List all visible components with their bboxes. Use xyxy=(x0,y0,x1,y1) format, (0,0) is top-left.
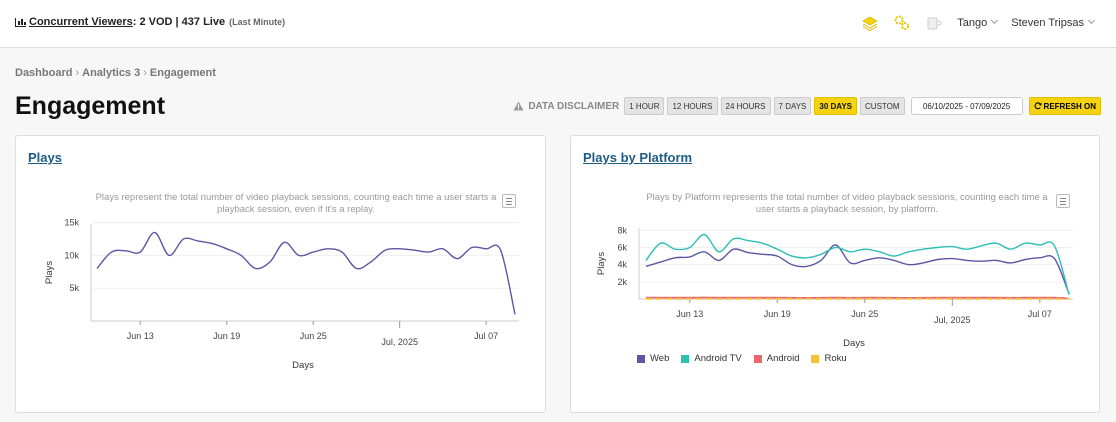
y-axis-label: Plays xyxy=(44,261,55,284)
breadcrumb-dashboard[interactable]: Dashboard xyxy=(15,67,72,79)
data-disclaimer-label: DATA DISCLAIMER xyxy=(528,100,620,112)
y-tick-label: 10k xyxy=(64,250,79,260)
legend-swatch xyxy=(637,354,645,363)
legend-swatch xyxy=(681,354,690,363)
y-tick-label: 4k xyxy=(617,260,627,270)
y-tick-label: 8k xyxy=(617,225,627,235)
breadcrumb: Dashboard › Analytics 3 › Engagement xyxy=(15,67,216,79)
breadcrumb-analytics[interactable]: Analytics 3 xyxy=(82,67,140,79)
bar-chart-icon xyxy=(15,17,26,27)
breadcrumb-engagement: Engagement xyxy=(149,67,216,79)
legend-label: Android xyxy=(766,353,800,364)
legend-item-web[interactable]: Web xyxy=(637,353,669,364)
range-1-hour[interactable]: 1 HOUR xyxy=(624,97,665,115)
range-7-days[interactable]: 7 DAYS xyxy=(773,97,812,115)
date-range-input[interactable]: 06/10/2025 - 07/09/2025 xyxy=(910,97,1023,115)
warning-icon xyxy=(513,101,524,111)
time-range-controls: DATA DISCLAIMER 1 HOUR 12 HOURS 24 HOURS… xyxy=(513,97,1101,115)
y-tick-label: 2k xyxy=(617,277,627,287)
cup-icon[interactable] xyxy=(925,14,943,32)
x-tick-label: Jun 13 xyxy=(676,309,703,319)
plays-chart: 5k 10k 15k Jun 13 Jun 19 Jun 25 Jul, 2025 Jul 0… xyxy=(44,218,519,371)
legend-label: Android TV xyxy=(694,353,742,364)
chevron-right-icon: › xyxy=(143,67,147,79)
concurrent-viewers-value: : 2 VOD | 437 Live xyxy=(132,16,226,28)
x-tick-label: Jun 13 xyxy=(127,331,154,341)
legend-label: Roku xyxy=(824,353,847,364)
concurrent-viewers-note: (Last Minute) xyxy=(229,17,286,27)
user-menu[interactable]: Steven Tripsas xyxy=(1011,16,1096,29)
range-custom[interactable]: CUSTOM xyxy=(860,97,905,115)
chevron-down-icon xyxy=(1087,16,1096,25)
y-tick-label: 6k xyxy=(617,242,627,252)
range-30-days[interactable]: 30 DAYS xyxy=(814,97,858,115)
refresh-toggle[interactable]: REFRESH ON xyxy=(1028,97,1101,115)
org-selector[interactable]: Tango xyxy=(957,16,999,29)
chevron-down-icon xyxy=(991,16,999,25)
platform-card: Plays by Platform Plays by Platform repr… xyxy=(570,135,1100,413)
concurrent-viewers: Concurrent Viewers : 2 VOD | 437 Live (L… xyxy=(15,16,285,28)
series-line-web xyxy=(645,244,1070,295)
page-title: Engagement xyxy=(15,92,166,120)
plays-card: Plays Plays represent the total number o… xyxy=(15,135,546,413)
x-tick-label: Jun 19 xyxy=(213,331,240,341)
legend-item-android-tv[interactable]: Android TV xyxy=(681,353,742,364)
data-disclaimer[interactable]: DATA DISCLAIMER xyxy=(513,101,619,112)
user-name: Steven Tripsas xyxy=(1011,17,1084,29)
series-line-plays xyxy=(96,231,516,315)
refresh-icon xyxy=(1034,102,1042,110)
x-tick-label: Jul, 2025 xyxy=(934,315,971,325)
range-12-hours[interactable]: 12 HOURS xyxy=(667,97,718,115)
x-axis-label: Days xyxy=(843,338,865,349)
org-name: Tango xyxy=(957,17,988,29)
y-axis-label: Plays xyxy=(596,252,607,275)
x-tick-label: Jul, 2025 xyxy=(381,337,418,347)
y-tick-label: 5k xyxy=(69,283,79,293)
legend-item-android[interactable]: Android xyxy=(753,353,800,364)
x-tick-label: Jul 07 xyxy=(1028,309,1052,319)
legend-item-roku[interactable]: Roku xyxy=(811,353,847,364)
x-tick-label: Jun 25 xyxy=(300,331,327,341)
header-actions: Tango Steven Tripsas xyxy=(861,14,1096,32)
legend-label: Web xyxy=(650,353,670,364)
x-tick-label: Jun 19 xyxy=(764,309,791,319)
top-bar: Concurrent Viewers : 2 VOD | 437 Live (L… xyxy=(0,0,1116,48)
y-tick-label: 15k xyxy=(64,218,79,228)
x-tick-label: Jun 25 xyxy=(851,309,878,319)
range-24-hours[interactable]: 24 HOURS xyxy=(720,97,771,115)
gears-icon[interactable] xyxy=(893,14,911,32)
legend-swatch xyxy=(753,354,762,363)
chevron-right-icon: › xyxy=(75,67,80,79)
platform-chart: 2k 4k 6k 8k Jun 13 Jun 19 Jun 25 Jul, 2025 Jul 0… xyxy=(596,225,1073,349)
legend-swatch xyxy=(811,354,820,363)
concurrent-viewers-link[interactable]: Concurrent Viewers xyxy=(29,16,133,28)
x-axis-label: Days xyxy=(292,360,314,371)
x-tick-label: Jul 07 xyxy=(474,331,498,341)
platform-legend: Web Android TV Android Roku xyxy=(637,353,847,364)
layers-icon[interactable] xyxy=(861,14,879,32)
refresh-label: REFRESH ON xyxy=(1043,101,1096,111)
